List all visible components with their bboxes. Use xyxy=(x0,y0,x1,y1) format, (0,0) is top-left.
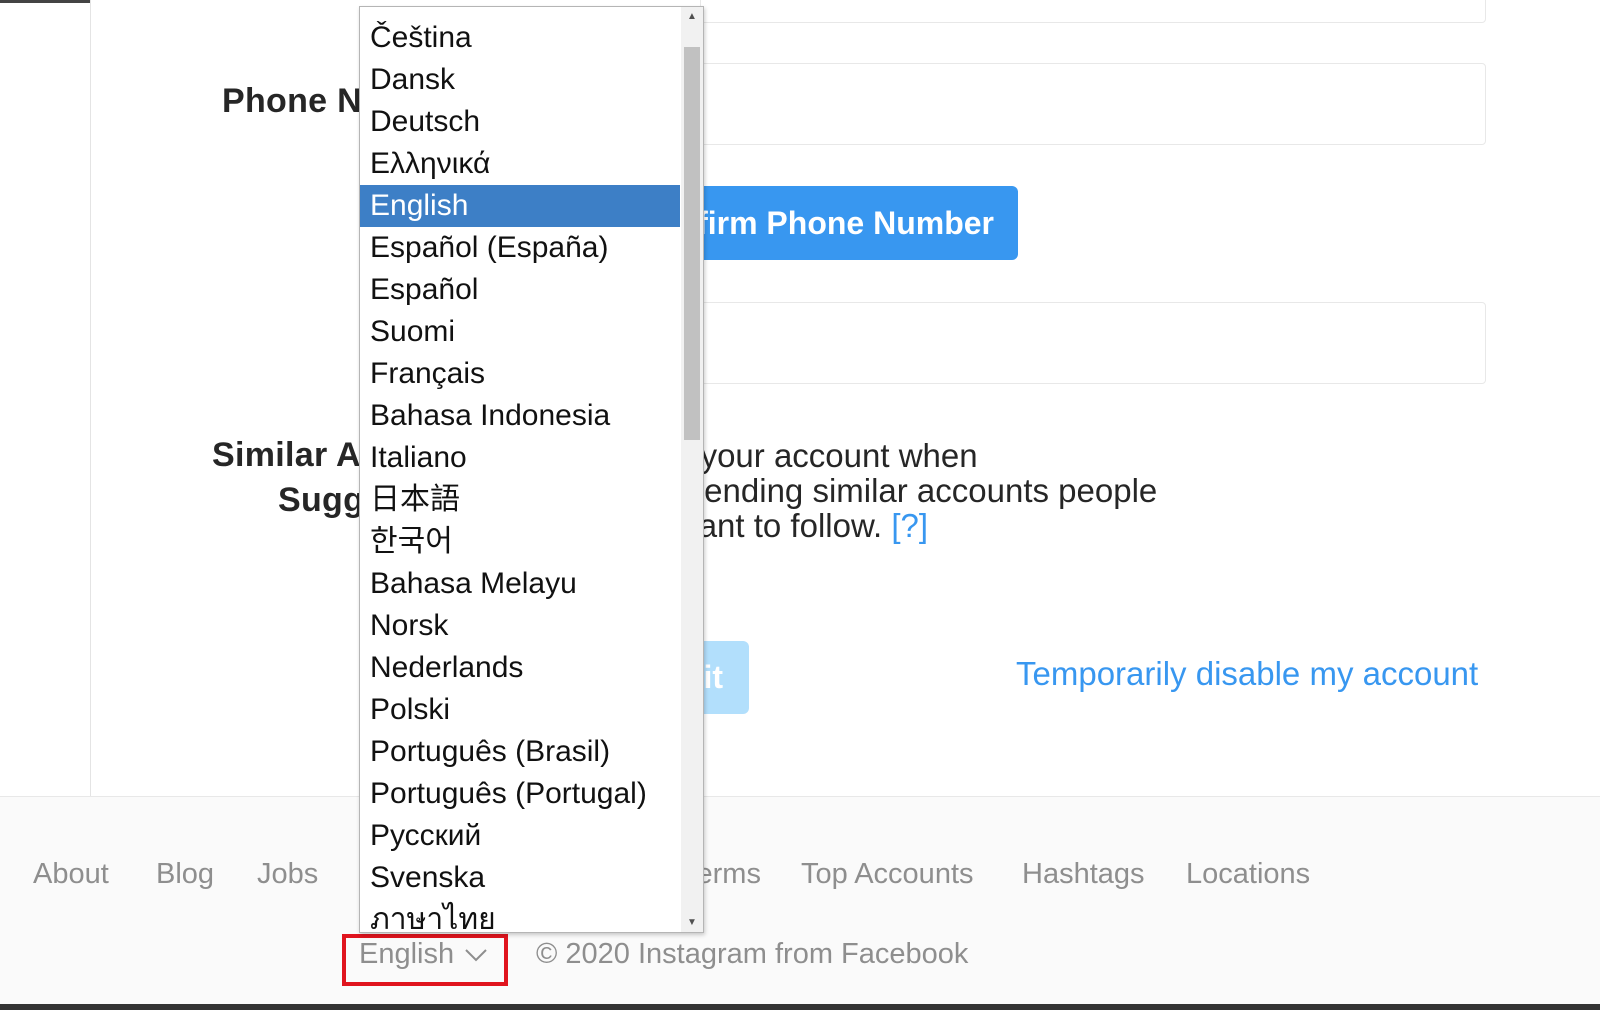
language-option[interactable]: Nederlands xyxy=(360,647,680,689)
annotation-highlight-box xyxy=(342,934,508,986)
phone-number-input[interactable] xyxy=(700,63,1486,145)
language-option[interactable]: ภาษาไทย xyxy=(360,899,680,941)
language-option[interactable]: Português (Brasil) xyxy=(360,731,680,773)
language-option[interactable]: Русский xyxy=(360,815,680,857)
language-option[interactable]: English xyxy=(360,185,680,227)
language-options: Čeština Dansk Deutsch Ελληνικά English Españo… xyxy=(360,17,680,941)
footer xyxy=(0,796,1600,1007)
copyright-text: © 2020 Instagram from Facebook xyxy=(536,938,969,970)
scroll-down-arrow-icon[interactable]: ▼ xyxy=(681,917,703,928)
language-option[interactable]: Norsk xyxy=(360,605,680,647)
dropdown-scrollbar[interactable]: ▲ ▼ xyxy=(681,7,703,932)
language-option[interactable]: Svenska xyxy=(360,857,680,899)
language-option[interactable]: 한국어 xyxy=(360,521,680,563)
language-option[interactable]: Italiano xyxy=(360,437,680,479)
previous-input-field[interactable] xyxy=(700,0,1486,23)
footer-link-locations[interactable]: Locations xyxy=(1186,858,1310,891)
window-bottom-border xyxy=(0,1004,1600,1010)
language-option[interactable]: Español xyxy=(360,269,680,311)
language-option[interactable]: Bahasa Melayu xyxy=(360,563,680,605)
disable-account-link[interactable]: Temporarily disable my account xyxy=(1016,655,1478,693)
language-option[interactable]: Dansk xyxy=(360,59,680,101)
language-option[interactable]: Suomi xyxy=(360,311,680,353)
scroll-up-arrow-icon[interactable]: ▲ xyxy=(681,11,703,22)
language-option[interactable]: Deutsch xyxy=(360,101,680,143)
language-option[interactable]: Polski xyxy=(360,689,680,731)
language-option[interactable]: Ελληνικά xyxy=(360,143,680,185)
footer-link-hashtags[interactable]: Hashtags xyxy=(1022,858,1145,891)
language-option[interactable]: Português (Portugal) xyxy=(360,773,680,815)
footer-link-jobs[interactable]: Jobs xyxy=(257,858,318,891)
language-option[interactable]: Čeština xyxy=(360,17,680,59)
confirmation-code-input[interactable] xyxy=(700,302,1486,384)
footer-link-top-accounts[interactable]: Top Accounts xyxy=(801,858,974,891)
footer-link-blog[interactable]: Blog xyxy=(156,858,214,891)
language-option[interactable]: Français xyxy=(360,353,680,395)
language-option[interactable]: Español (España) xyxy=(360,227,680,269)
footer-link-about[interactable]: About xyxy=(33,858,109,891)
scrollbar-thumb[interactable] xyxy=(684,47,700,440)
language-dropdown-list[interactable]: Čeština Dansk Deutsch Ελληνικά English Españo… xyxy=(359,6,704,936)
help-link[interactable]: [?] xyxy=(891,507,928,544)
language-option[interactable]: 日本語 xyxy=(360,479,680,521)
language-option[interactable]: Bahasa Indonesia xyxy=(360,395,680,437)
